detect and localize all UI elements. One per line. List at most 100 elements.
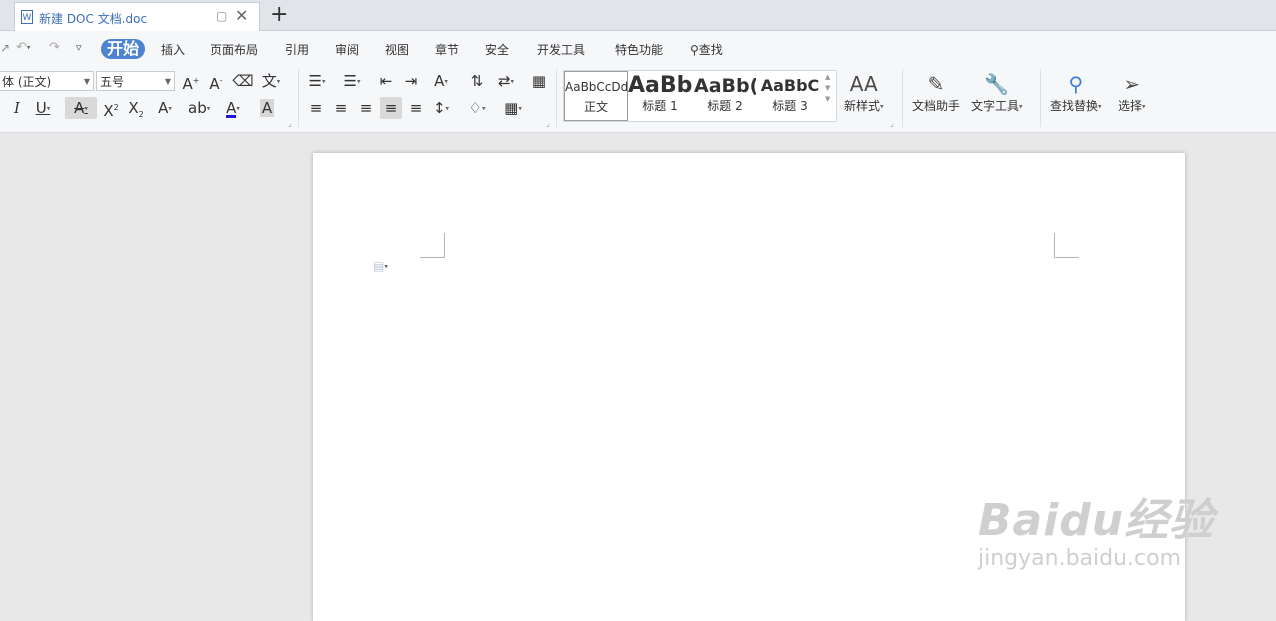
superscript-icon[interactable]: X2 (100, 97, 122, 120)
line-spacing-icon[interactable]: ↕▾ (430, 97, 452, 119)
tab-page-layout[interactable]: 页面布局 (210, 41, 258, 58)
paragraph-layout-icon[interactable]: ▤▾ (373, 259, 388, 273)
subscript-icon[interactable]: X2 (125, 97, 147, 119)
style-heading-3[interactable]: AaBbC 标题 3 (758, 71, 822, 119)
tab-start[interactable]: 开始 (101, 39, 145, 59)
clear-formatting-icon[interactable]: ⌫ (232, 70, 254, 92)
text-tools-label: 文字工具 (971, 99, 1020, 113)
font-name-value: 体 (正文) (2, 75, 52, 89)
word-document-icon: W (21, 10, 33, 24)
tab-find[interactable]: ⚲查找 (690, 41, 723, 58)
font-name-select[interactable]: 体 (正文) ▼ (0, 71, 94, 91)
pin-icon[interactable]: ▢ (216, 9, 227, 23)
document-tab-title: 新建 DOC 文档.doc (39, 12, 148, 26)
decrease-indent-icon[interactable]: ⇤ (375, 70, 397, 92)
style-sample: AaBb( (694, 75, 756, 97)
strikethrough-icon[interactable]: A▾ (65, 97, 97, 119)
style-label: 正文 (583, 100, 608, 114)
increase-font-size-icon[interactable]: A+ (180, 70, 202, 93)
borders-icon[interactable]: ▦▾ (502, 97, 524, 119)
align-left-icon[interactable]: ≡ (305, 97, 327, 119)
styles-scroll-icon[interactable]: ▲ ▼ ▼ (825, 72, 830, 105)
save-icon[interactable]: ↗ (0, 41, 10, 55)
divider (298, 69, 299, 127)
doc-assistant-button[interactable]: ✎ 文档助手 (912, 71, 960, 114)
select-button[interactable]: ➢ 选择▾ (1118, 71, 1146, 114)
search-icon: ⚲ (690, 43, 699, 57)
undo-icon[interactable]: ↶▾ (16, 40, 30, 55)
close-icon[interactable]: ✕ (235, 6, 248, 25)
customize-quick-access-icon[interactable]: ▿ (76, 41, 82, 54)
tab-special-features[interactable]: 特色功能 (615, 41, 663, 58)
baidu-watermark: Baidu经验 jingyan.baidu.com (978, 484, 1214, 571)
style-sample: AaBbCcDd (565, 80, 627, 94)
doc-assistant-icon: ✎ (927, 72, 945, 96)
styles-dialog-launcher-icon[interactable]: ⌟ (890, 119, 894, 128)
underline-icon[interactable]: U▾ (32, 97, 54, 119)
font-color-icon[interactable]: A▾ (222, 97, 244, 119)
watermark-url: jingyan.baidu.com (978, 546, 1182, 571)
character-shading-icon[interactable]: A (256, 97, 278, 119)
style-sample: AaBb (628, 73, 692, 97)
justify-icon[interactable]: ≡ (380, 97, 402, 119)
tab-references[interactable]: 引用 (285, 41, 309, 58)
font-size-value: 五号 (100, 75, 125, 89)
paragraph-dialog-launcher-icon[interactable]: ⌟ (546, 119, 550, 128)
bullet-list-icon[interactable]: ☰▾ (306, 70, 328, 92)
text-tools-button[interactable]: 🔧 文字工具▾ (971, 71, 1023, 114)
italic-icon[interactable]: I (6, 97, 28, 119)
shading-icon[interactable]: ♢▾ (466, 97, 488, 119)
tab-insert[interactable]: 插入 (161, 41, 185, 58)
text-effect-icon[interactable]: A▾ (154, 97, 176, 119)
style-heading-2[interactable]: AaBb( 标题 2 (694, 71, 756, 119)
style-sample: AaBbC (760, 76, 820, 95)
show-hide-icon[interactable]: ⇄▾ (495, 70, 517, 92)
align-right-icon[interactable]: ≡ (355, 97, 377, 119)
tab-developer-tools[interactable]: 开发工具 (537, 41, 585, 58)
tab-review[interactable]: 审阅 (335, 41, 359, 58)
redo-icon[interactable]: ↷ (49, 40, 60, 55)
divider (902, 69, 903, 127)
style-label: 标题 1 (642, 99, 678, 113)
new-style-button[interactable]: A​A 新样式▾ (844, 71, 884, 114)
phonetic-guide-icon[interactable]: 文▾ (260, 70, 282, 92)
new-style-icon: A​A (849, 72, 878, 96)
decrease-font-size-icon[interactable]: A- (205, 70, 227, 93)
font-dialog-launcher-icon[interactable]: ⌟ (288, 119, 292, 128)
numbered-list-icon[interactable]: ☰▾ (341, 70, 363, 92)
table-grid-icon[interactable]: ▦ (528, 70, 550, 92)
doc-assistant-label: 文档助手 (912, 99, 961, 113)
find-replace-label: 查找替换 (1050, 99, 1099, 113)
align-center-icon[interactable]: ≡ (330, 97, 352, 119)
magnifier-icon: ⚲ (1068, 72, 1084, 96)
new-tab-button[interactable]: + (270, 2, 288, 28)
cursor-icon: ➢ (1123, 72, 1141, 96)
margin-corner-mark (1054, 233, 1079, 258)
find-replace-button[interactable]: ⚲ 查找替换▾ (1050, 71, 1102, 114)
divider (556, 69, 557, 127)
increase-indent-icon[interactable]: ⇥ (400, 70, 422, 92)
tab-security[interactable]: 安全 (485, 41, 509, 58)
document-tab[interactable]: W 新建 DOC 文档.doc ▢ ✕ (14, 2, 260, 32)
style-normal[interactable]: AaBbCcDd 正文 (564, 71, 628, 121)
wrench-icon: 🔧 (984, 72, 1010, 96)
tab-view[interactable]: 视图 (385, 41, 409, 58)
select-label: 选择 (1118, 99, 1143, 113)
chevron-down-icon: ▼ (83, 77, 90, 86)
highlight-icon[interactable]: ab▾ (188, 97, 210, 119)
style-label: 标题 2 (707, 99, 743, 113)
style-label: 标题 3 (772, 99, 808, 113)
text-direction-icon[interactable]: A▾ (430, 70, 452, 92)
distributed-align-icon[interactable]: ≡ (405, 97, 427, 119)
style-heading-1[interactable]: AaBb 标题 1 (628, 71, 692, 119)
new-style-label: 新样式 (844, 99, 881, 113)
tab-section[interactable]: 章节 (435, 41, 459, 58)
font-size-select[interactable]: 五号 ▼ (96, 71, 175, 91)
margin-corner-mark (420, 233, 445, 258)
ribbon: ↗ ↶▾ ↷ ▿ 开始 插入 页面布局 引用 审阅 视图 章节 安全 开发工具 … (0, 31, 1276, 133)
chevron-down-icon: ▼ (164, 77, 171, 86)
divider (1040, 69, 1041, 127)
watermark-brand: Baidu经验 (978, 495, 1215, 546)
tab-find-label: 查找 (698, 43, 723, 57)
sort-icon[interactable]: ⇅ (466, 70, 488, 92)
